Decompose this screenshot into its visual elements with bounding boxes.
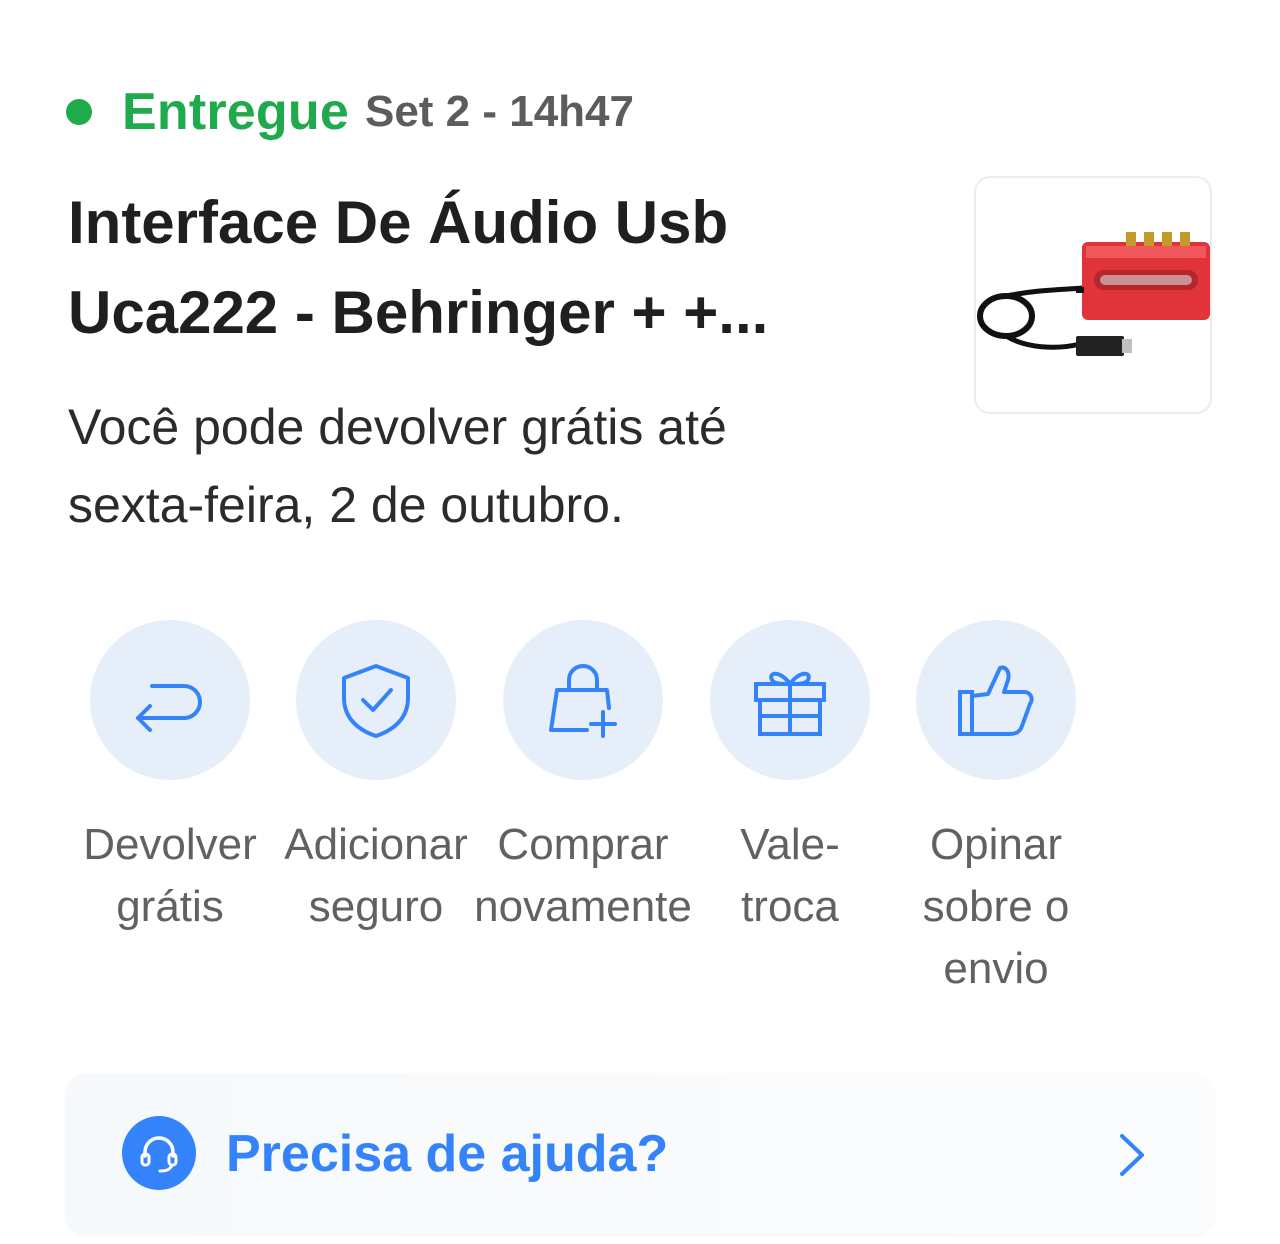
shield-check-icon	[342, 664, 410, 738]
action-buy-again[interactable]: Comprar novamente	[474, 620, 692, 938]
action-label: Vale- troca	[740, 814, 839, 938]
chevron-right-icon	[1120, 1134, 1144, 1176]
action-label: Opinar sobre o envio	[923, 814, 1070, 1000]
status-dot-icon	[66, 99, 92, 125]
action-label-line: envio	[943, 944, 1049, 993]
product-image	[977, 232, 1210, 356]
return-button[interactable]	[90, 620, 250, 780]
action-label-line: troca	[741, 882, 839, 931]
action-label-line: novamente	[474, 882, 692, 931]
return-note-line-2: sexta-feira, 2 de outubro.	[68, 477, 624, 533]
action-rate-shipping[interactable]: Opinar sobre o envio	[893, 620, 1099, 1000]
action-label: Devolver grátis	[83, 814, 257, 938]
help-label: Precisa de ajuda?	[226, 1125, 669, 1183]
buy-again-button[interactable]	[503, 620, 663, 780]
product-title-line-2: Uca222 - Behringer + +...	[68, 279, 769, 346]
headset-icon	[122, 1116, 196, 1190]
action-label-line: Adicionar	[284, 820, 468, 869]
status-label: Entregue	[122, 83, 349, 141]
action-add-insurance[interactable]: Adicionar seguro	[273, 620, 479, 938]
action-label-line: Vale-	[740, 820, 840, 869]
insurance-button[interactable]	[296, 620, 456, 780]
return-arrow-icon	[136, 684, 202, 732]
action-gift-voucher[interactable]: Vale- troca	[687, 620, 893, 938]
action-return-free[interactable]: Devolver grátis	[67, 620, 273, 938]
delivery-status: Entregue Set 2 - 14h47	[66, 82, 634, 142]
shopping-bag-plus-icon	[549, 664, 617, 738]
action-label-line: sobre o	[922, 882, 1070, 931]
return-note-line-1: Você pode devolver grátis até	[68, 399, 727, 455]
product-title-line-1: Interface De Áudio Usb	[68, 189, 729, 256]
status-timestamp: Set 2 - 14h47	[364, 87, 634, 136]
action-label-line: Opinar	[929, 820, 1063, 869]
return-note: Você pode devolver grátis até sexta-feir…	[68, 388, 948, 544]
gift-icon	[754, 671, 826, 736]
action-label-line: Devolver	[83, 820, 257, 869]
gift-voucher-button[interactable]	[710, 620, 870, 780]
product-thumbnail[interactable]	[974, 176, 1212, 414]
action-label-line: seguro	[308, 882, 444, 931]
help-card[interactable]: Precisa de ajuda?	[66, 1074, 1214, 1234]
thumbs-up-icon	[958, 665, 1034, 736]
product-title[interactable]: Interface De Áudio Usb Uca222 - Behringe…	[68, 178, 948, 358]
action-label-line: Comprar	[497, 820, 669, 869]
rate-shipping-button[interactable]	[916, 620, 1076, 780]
action-label: Comprar novamente	[474, 814, 692, 938]
action-label-line: grátis	[116, 882, 224, 931]
action-label: Adicionar seguro	[284, 814, 467, 938]
